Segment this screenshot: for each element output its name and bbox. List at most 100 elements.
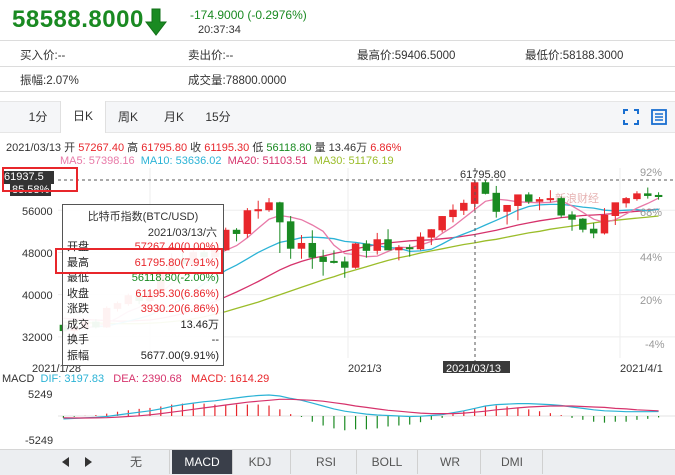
candle-body [232,229,241,234]
candle[interactable] [254,200,262,219]
tooltip-row-label: 振幅 [67,349,89,362]
quote-time: 20:37:34 [198,24,241,36]
candle[interactable] [535,197,544,211]
candle[interactable] [308,230,317,269]
y-axis-tick: 40000 [22,290,53,302]
candle[interactable] [579,218,587,233]
candle-body [492,192,501,212]
y-axis-pct-tick: 92% [640,168,662,179]
y-axis-tick: 48000 [22,248,53,260]
period-tab-bar: 1分 日K 周K 月K 15分 [0,101,675,133]
macd-chart[interactable]: 5249 -5249 [0,387,675,449]
candle[interactable] [319,249,327,276]
tooltip-row: 涨跌 3930.20(6.86%) [67,302,219,316]
candle[interactable] [514,194,522,221]
indicator-tab-macd[interactable]: MACD [172,450,233,474]
indicator-tab-wr[interactable]: WR [420,450,481,474]
amplitude: 振幅:2.07% [20,75,79,87]
tooltip-row: 成交 13.46万 [67,318,219,332]
y-axis-pct-tick: -4% [645,339,665,351]
prev-icon[interactable] [58,454,74,470]
tooltip-title: 比特币指数(BTC/USD) [87,211,199,223]
candle[interactable] [644,187,652,199]
y-axis-pct-tick: 68% [640,207,662,219]
high-value: 61795.80 [141,142,188,154]
candle-body [276,202,284,223]
x-axis-end-label: 2021/4/1 [620,363,663,373]
tooltip-row-label: 收盘 [67,287,89,300]
candle[interactable] [362,240,371,258]
candle-body [579,218,587,230]
macd-axis-bottom: -5249 [25,435,53,447]
next-icon[interactable] [80,454,96,470]
peak-label: 61795.80 [460,169,506,181]
candle-body [362,243,371,251]
candle[interactable] [438,216,446,233]
indicator-tab-kdj[interactable]: KDJ [230,450,291,474]
indicator-tab-rsi[interactable]: RSI [296,450,357,474]
candle[interactable] [481,180,490,195]
candle-body [265,202,273,211]
indicator-tab-boll[interactable]: BOLL [357,450,418,474]
macd-axis-top: 5249 [28,389,52,401]
tab-15min[interactable]: 15分 [198,102,238,132]
tooltip-row-value: 5677.00(9.91%) [140,349,219,362]
candle-body [308,242,317,258]
candle-body [644,193,652,196]
candle[interactable] [373,232,381,255]
volume-label: 量 [314,142,326,154]
candle[interactable] [492,185,501,218]
tab-1min[interactable]: 1分 [18,102,58,132]
candle[interactable] [557,196,565,218]
candle[interactable] [341,256,349,278]
candle-body [481,182,490,194]
candle[interactable] [351,242,360,269]
candle[interactable] [384,229,392,251]
candle[interactable] [243,208,252,238]
tooltip-row-value: -- [211,334,219,346]
current-price: 58588.8000 [12,6,144,33]
candle-body [341,261,349,268]
candle[interactable] [416,232,425,251]
candle-body [524,194,533,202]
candle[interactable] [600,208,609,235]
candle-body [546,198,555,201]
candle[interactable] [460,199,468,215]
candle-body [568,214,576,220]
ma5-legend: MA5: 57398.16 [60,155,135,167]
candle[interactable] [232,228,241,242]
candle[interactable] [611,202,620,225]
candle[interactable] [546,190,555,203]
candle-body [254,209,262,212]
tooltip-row-label: 涨跌 [67,303,89,315]
tab-daily-k[interactable]: 日K [60,101,106,133]
low-label: 低 [252,142,264,154]
divider [0,91,675,92]
fullscreen-icon[interactable] [622,108,640,126]
candle-body [351,243,360,268]
tab-monthly-k[interactable]: 月K [152,102,196,132]
candle[interactable] [276,201,284,253]
tooltip-row: 收盘 61195.30(6.86%) [67,287,219,301]
candle[interactable] [265,198,273,212]
candle[interactable] [622,197,630,208]
macd-legend: MACD DIF: 3197.83 DEA: 2390.68 MACD: 161… [2,373,269,385]
candle-tooltip: 比特币指数(BTC/USD) 2021/03/13/六 开盘 57267.40(0… [62,204,224,366]
low-price: 最低价:58188.3000 [525,50,624,62]
indicator-tab-无[interactable]: 无 [103,450,170,474]
candle[interactable] [449,204,457,223]
candle-body [611,202,620,216]
settings-icon[interactable] [650,108,668,126]
candle[interactable] [589,222,598,239]
indicator-tab-dmi[interactable]: DMI [482,450,543,474]
candle-body [373,239,381,251]
candle[interactable] [633,191,641,201]
candle[interactable] [568,211,576,231]
ma20-legend: MA20: 51103.51 [227,155,308,167]
open-label: 开 [64,142,76,154]
tooltip-row: 换手 -- [67,333,219,347]
tab-weekly-k[interactable]: 周K [106,102,150,132]
candle-body [297,242,306,249]
tooltip-row: 振幅 5677.00(9.91%) [67,349,219,363]
candle-body [330,260,338,263]
